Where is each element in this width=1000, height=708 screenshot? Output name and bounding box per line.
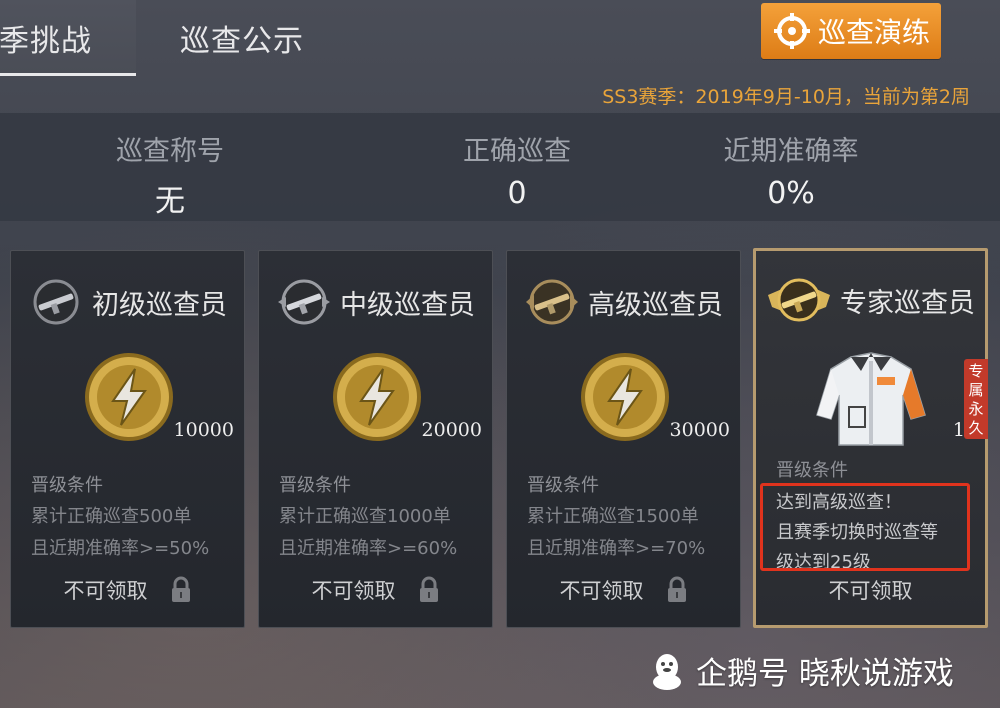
condition-title: 晋级条件 xyxy=(527,475,599,496)
condition-line: 累计正确巡查500单 xyxy=(31,506,192,527)
stat-label: 正确巡查 xyxy=(463,136,571,167)
lock-icon xyxy=(171,576,190,602)
condition-highlight-box xyxy=(760,483,970,571)
stat-recent-accuracy: 近期准确率 0% xyxy=(671,113,911,211)
claim-label: 不可领取 xyxy=(559,579,644,603)
stat-patrol-title: 巡查称号 无 xyxy=(50,113,290,220)
tab-season-challenge-label: 季挑战 xyxy=(0,24,92,59)
tab-patrol-notice[interactable]: 巡查公示 xyxy=(180,0,304,76)
jacket-icon xyxy=(816,352,926,446)
card-title: 中级巡查员 xyxy=(340,289,475,321)
condition-line: 且近期准确率>=60% xyxy=(279,538,458,559)
condition-line: 且近期准确率>=50% xyxy=(31,538,210,559)
claim-status[interactable]: 不可领取 xyxy=(756,575,985,605)
condition-title: 晋级条件 xyxy=(776,460,848,481)
card-title: 高级巡查员 xyxy=(588,289,723,321)
condition-line: 累计正确巡查1000单 xyxy=(279,506,451,527)
rank-card-intermediate[interactable]: 中级巡查员 20000 晋级条件 累计正确巡查1000单 且近期准确率>=60%… xyxy=(258,250,493,628)
lock-icon xyxy=(667,576,686,602)
claim-label: 不可领取 xyxy=(828,579,913,603)
top-bar: 季挑战 巡查公示 巡查演练 xyxy=(0,0,1000,76)
winged-rifle-badge-icon xyxy=(768,278,830,322)
lock-icon xyxy=(419,576,438,602)
tab-season-challenge[interactable]: 季挑战 xyxy=(0,0,136,76)
stat-label: 近期准确率 xyxy=(723,136,859,167)
card-title: 初级巡查员 xyxy=(92,289,227,321)
crosshair-icon xyxy=(773,13,810,49)
rank-card-expert[interactable]: 专家巡查员 1 专属永久 晋级条件 达到高级巡查！ 且赛季切换时巡查等 级达到2… xyxy=(753,248,988,628)
stat-value: 0% xyxy=(767,176,815,211)
lightning-coin-icon xyxy=(85,353,173,441)
exclusive-permanent-tag: 专属永久 xyxy=(964,359,988,439)
rifle-badge-icon xyxy=(278,279,330,325)
active-tab-underline xyxy=(0,73,136,76)
tab-patrol-notice-label: 巡查公示 xyxy=(180,24,304,59)
claim-status[interactable]: 不可领取 xyxy=(507,575,740,605)
reward-quantity: 10000 xyxy=(173,419,234,441)
rank-card-senior[interactable]: 高级巡查员 30000 晋级条件 累计正确巡查1500单 且近期准确率>=70%… xyxy=(506,250,741,628)
patrol-drill-button[interactable]: 巡查演练 xyxy=(761,3,941,59)
patrol-drill-label: 巡查演练 xyxy=(817,16,930,49)
lightning-coin-icon xyxy=(581,353,669,441)
rifle-badge-icon xyxy=(33,279,79,325)
stat-value: 无 xyxy=(155,184,185,219)
stat-value: 0 xyxy=(507,176,527,211)
stat-correct-patrols: 正确巡查 0 xyxy=(397,113,637,211)
claim-label: 不可领取 xyxy=(63,579,148,603)
claim-label: 不可领取 xyxy=(311,579,396,603)
penguin-logo-icon xyxy=(653,653,681,690)
reward-quantity: 30000 xyxy=(669,419,730,441)
claim-status[interactable]: 不可领取 xyxy=(11,575,244,605)
stat-label: 巡查称号 xyxy=(116,136,224,167)
rifle-badge-icon xyxy=(526,279,578,325)
rank-card-junior[interactable]: 初级巡查员 10000 晋级条件 累计正确巡查500单 且近期准确率>=50% … xyxy=(10,250,245,628)
reward-quantity: 20000 xyxy=(421,419,482,441)
stats-panel: 巡查称号 无 正确巡查 0 近期准确率 0% xyxy=(0,113,1000,221)
condition-line: 且近期准确率>=70% xyxy=(527,538,706,559)
lightning-coin-icon xyxy=(333,353,421,441)
watermark: 企鹅号 晓秋说游戏 xyxy=(648,648,954,693)
watermark-text: 企鹅号 晓秋说游戏 xyxy=(696,656,954,692)
condition-title: 晋级条件 xyxy=(279,475,351,496)
condition-title: 晋级条件 xyxy=(31,475,103,496)
claim-status[interactable]: 不可领取 xyxy=(259,575,492,605)
condition-line: 累计正确巡查1500单 xyxy=(527,506,699,527)
card-title: 专家巡查员 xyxy=(840,287,975,319)
season-info: SS3赛季：2019年9月-10月，当前为第2周 xyxy=(602,86,970,108)
